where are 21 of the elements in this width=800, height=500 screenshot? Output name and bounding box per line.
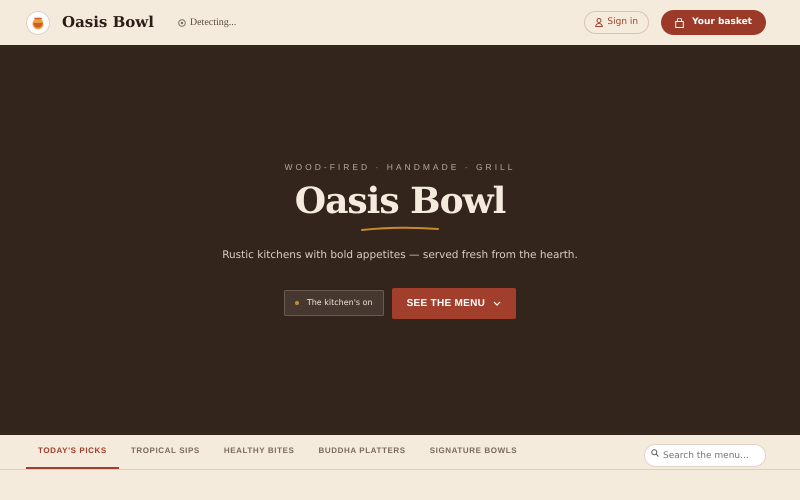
chevron-down-icon xyxy=(493,300,502,306)
search-field[interactable]: Search the menu... xyxy=(644,444,766,467)
bag-icon xyxy=(675,18,684,28)
menu-tab[interactable]: SIGNATURE BOWLS xyxy=(418,435,530,469)
bowl-logo-icon xyxy=(26,10,50,34)
location-icon xyxy=(178,18,186,26)
basket-button[interactable]: Your basket xyxy=(661,10,766,36)
hero-eyebrow: WOOD-FIRED · HANDMADE · GRILL xyxy=(284,161,516,174)
hero-tagline: Rustic kitchens with bold appetites — served fresh from the hearth. xyxy=(222,248,578,263)
menu-tab[interactable]: TODAY'S PICKS xyxy=(26,435,119,469)
user-icon xyxy=(595,18,604,27)
menu-tab[interactable]: BUDDHA PLATTERS xyxy=(306,435,418,469)
see-menu-button[interactable]: SEE THE MENU xyxy=(392,288,516,319)
kitchen-status: The kitchen's on xyxy=(306,297,373,310)
location-status: Detecting... xyxy=(190,16,236,30)
brand-name: Oasis Bowl xyxy=(62,12,154,34)
menu-tab[interactable]: HEALTHY BITES xyxy=(212,435,306,469)
hero-title: Oasis Bowl xyxy=(294,182,506,222)
search-icon xyxy=(651,448,659,456)
menu-tab[interactable]: TROPICAL SIPS xyxy=(118,435,212,469)
sign-in-button[interactable]: Sign in xyxy=(584,10,650,34)
